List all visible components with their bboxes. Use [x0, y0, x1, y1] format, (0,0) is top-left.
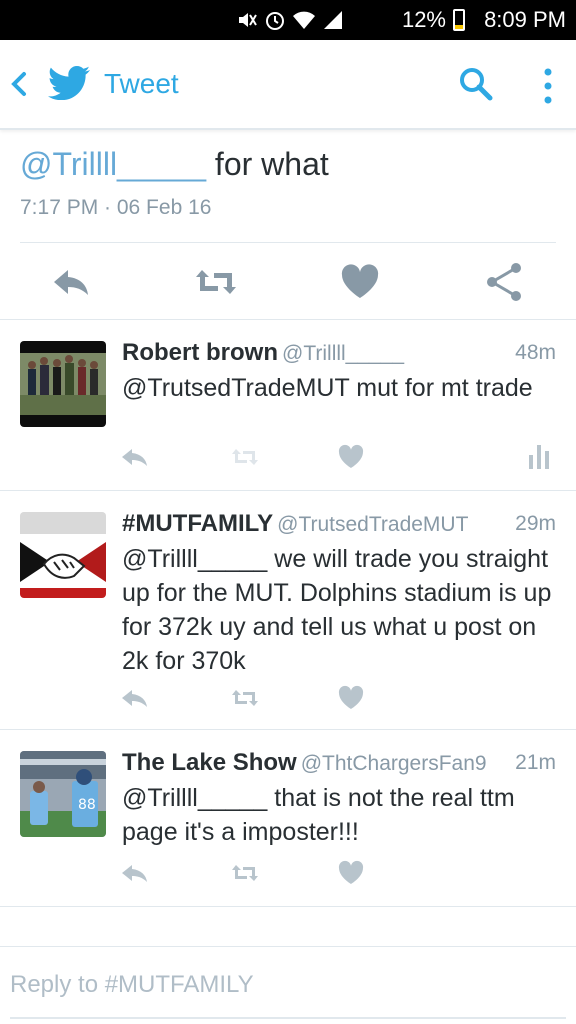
retweet-icon[interactable] — [230, 443, 260, 471]
reply-mention[interactable]: @Trillll_____ — [122, 545, 267, 573]
divider — [20, 242, 556, 243]
search-icon[interactable] — [458, 66, 494, 102]
tweet-timestamp: 7:17 PM · 06 Feb 16 — [20, 196, 212, 219]
analytics-bars-icon[interactable] — [524, 443, 554, 471]
reply-text: @TrutsedTradeMUT mut for mt trade — [122, 374, 533, 402]
reply-tweet[interactable]: Robert brown @Trillll_____ 48m @TrutsedTr… — [0, 321, 576, 491]
main-tweet: @Trillll_____ for what 7:17 PM · 06 Feb … — [0, 132, 576, 320]
display-name[interactable]: #MUTFAMILY — [122, 510, 273, 537]
battery-icon — [453, 9, 465, 31]
reply-input-placeholder[interactable]: Reply to #MUTFAMILY — [10, 971, 254, 999]
username[interactable]: @Trillll_____ — [282, 342, 404, 365]
like-heart-icon[interactable] — [338, 262, 382, 302]
reply-header: The Lake Show @ThtChargersFan9 21m — [122, 749, 556, 779]
tweet-body: for what — [206, 146, 329, 182]
page-title: Tweet — [104, 68, 179, 99]
app-bar: Tweet — [0, 40, 576, 130]
tweet-text: @Trillll_____ for what — [20, 146, 329, 183]
reply-mention[interactable]: @Trillll_____ — [122, 784, 267, 812]
reply-tweet[interactable]: 88 The Lake Show @ThtChargersFan9 21m @Tr… — [0, 731, 576, 907]
display-name[interactable]: The Lake Show — [122, 749, 297, 776]
username[interactable]: @ThtChargersFan9 — [301, 752, 487, 775]
avatar[interactable]: 88 — [20, 751, 106, 837]
reply-icon[interactable] — [120, 443, 150, 471]
svg-text:88: 88 — [78, 797, 96, 813]
reply-actions — [0, 684, 576, 714]
reply-composer[interactable]: Reply to #MUTFAMILY — [0, 946, 576, 1024]
retweet-icon[interactable] — [230, 684, 260, 712]
signal-icon — [324, 11, 342, 29]
share-icon[interactable] — [482, 262, 526, 302]
back-arrow-icon[interactable] — [8, 68, 30, 100]
avatar[interactable] — [20, 341, 106, 427]
reply-icon[interactable] — [120, 684, 150, 712]
reply-actions — [0, 859, 576, 889]
like-heart-icon[interactable] — [336, 684, 366, 712]
wifi-icon — [293, 11, 315, 29]
group-photo-icon — [20, 341, 106, 427]
alarm-icon — [266, 12, 284, 30]
status-bar: 12% 8:09 PM — [0, 0, 576, 40]
handshake-logo-icon — [20, 512, 106, 598]
avatar[interactable] — [20, 512, 106, 598]
reply-icon[interactable] — [120, 859, 150, 887]
like-heart-icon[interactable] — [336, 859, 366, 887]
mute-icon — [239, 13, 257, 27]
status-icons — [236, 8, 344, 32]
reply-tweet[interactable]: #MUTFAMILY @TrutsedTradeMUT 29m @Trillll_… — [0, 492, 576, 730]
football-player-photo-icon: 88 — [20, 751, 106, 837]
battery-percent: 12% — [401, 7, 446, 32]
tweet-mention[interactable]: @Trillll_____ — [20, 146, 206, 182]
like-heart-icon[interactable] — [336, 443, 366, 471]
more-options-icon[interactable] — [536, 66, 560, 106]
reply-icon[interactable] — [50, 262, 94, 302]
reply-header: #MUTFAMILY @TrutsedTradeMUT 29m — [122, 510, 556, 540]
input-underline — [10, 1017, 566, 1019]
relative-time: 48m — [515, 341, 556, 364]
username[interactable]: @TrutsedTradeMUT — [277, 513, 468, 536]
reply-actions — [0, 443, 576, 473]
retweet-icon[interactable] — [230, 859, 260, 887]
reply-header: Robert brown @Trillll_____ 48m — [122, 339, 556, 369]
relative-time: 21m — [515, 751, 556, 774]
tweet-actions — [0, 262, 576, 302]
twitter-bird-icon — [48, 66, 90, 100]
reply-text: @Trillll_____ that is not the real ttm p… — [122, 784, 515, 846]
clock: 8:09 PM — [484, 7, 566, 32]
relative-time: 29m — [515, 512, 556, 535]
display-name[interactable]: Robert brown — [122, 339, 278, 366]
reply-text: @Trillll_____ we will trade you straight… — [122, 545, 552, 675]
reply-mention[interactable]: @TrutsedTradeMUT — [122, 374, 349, 402]
retweet-icon[interactable] — [194, 262, 238, 302]
